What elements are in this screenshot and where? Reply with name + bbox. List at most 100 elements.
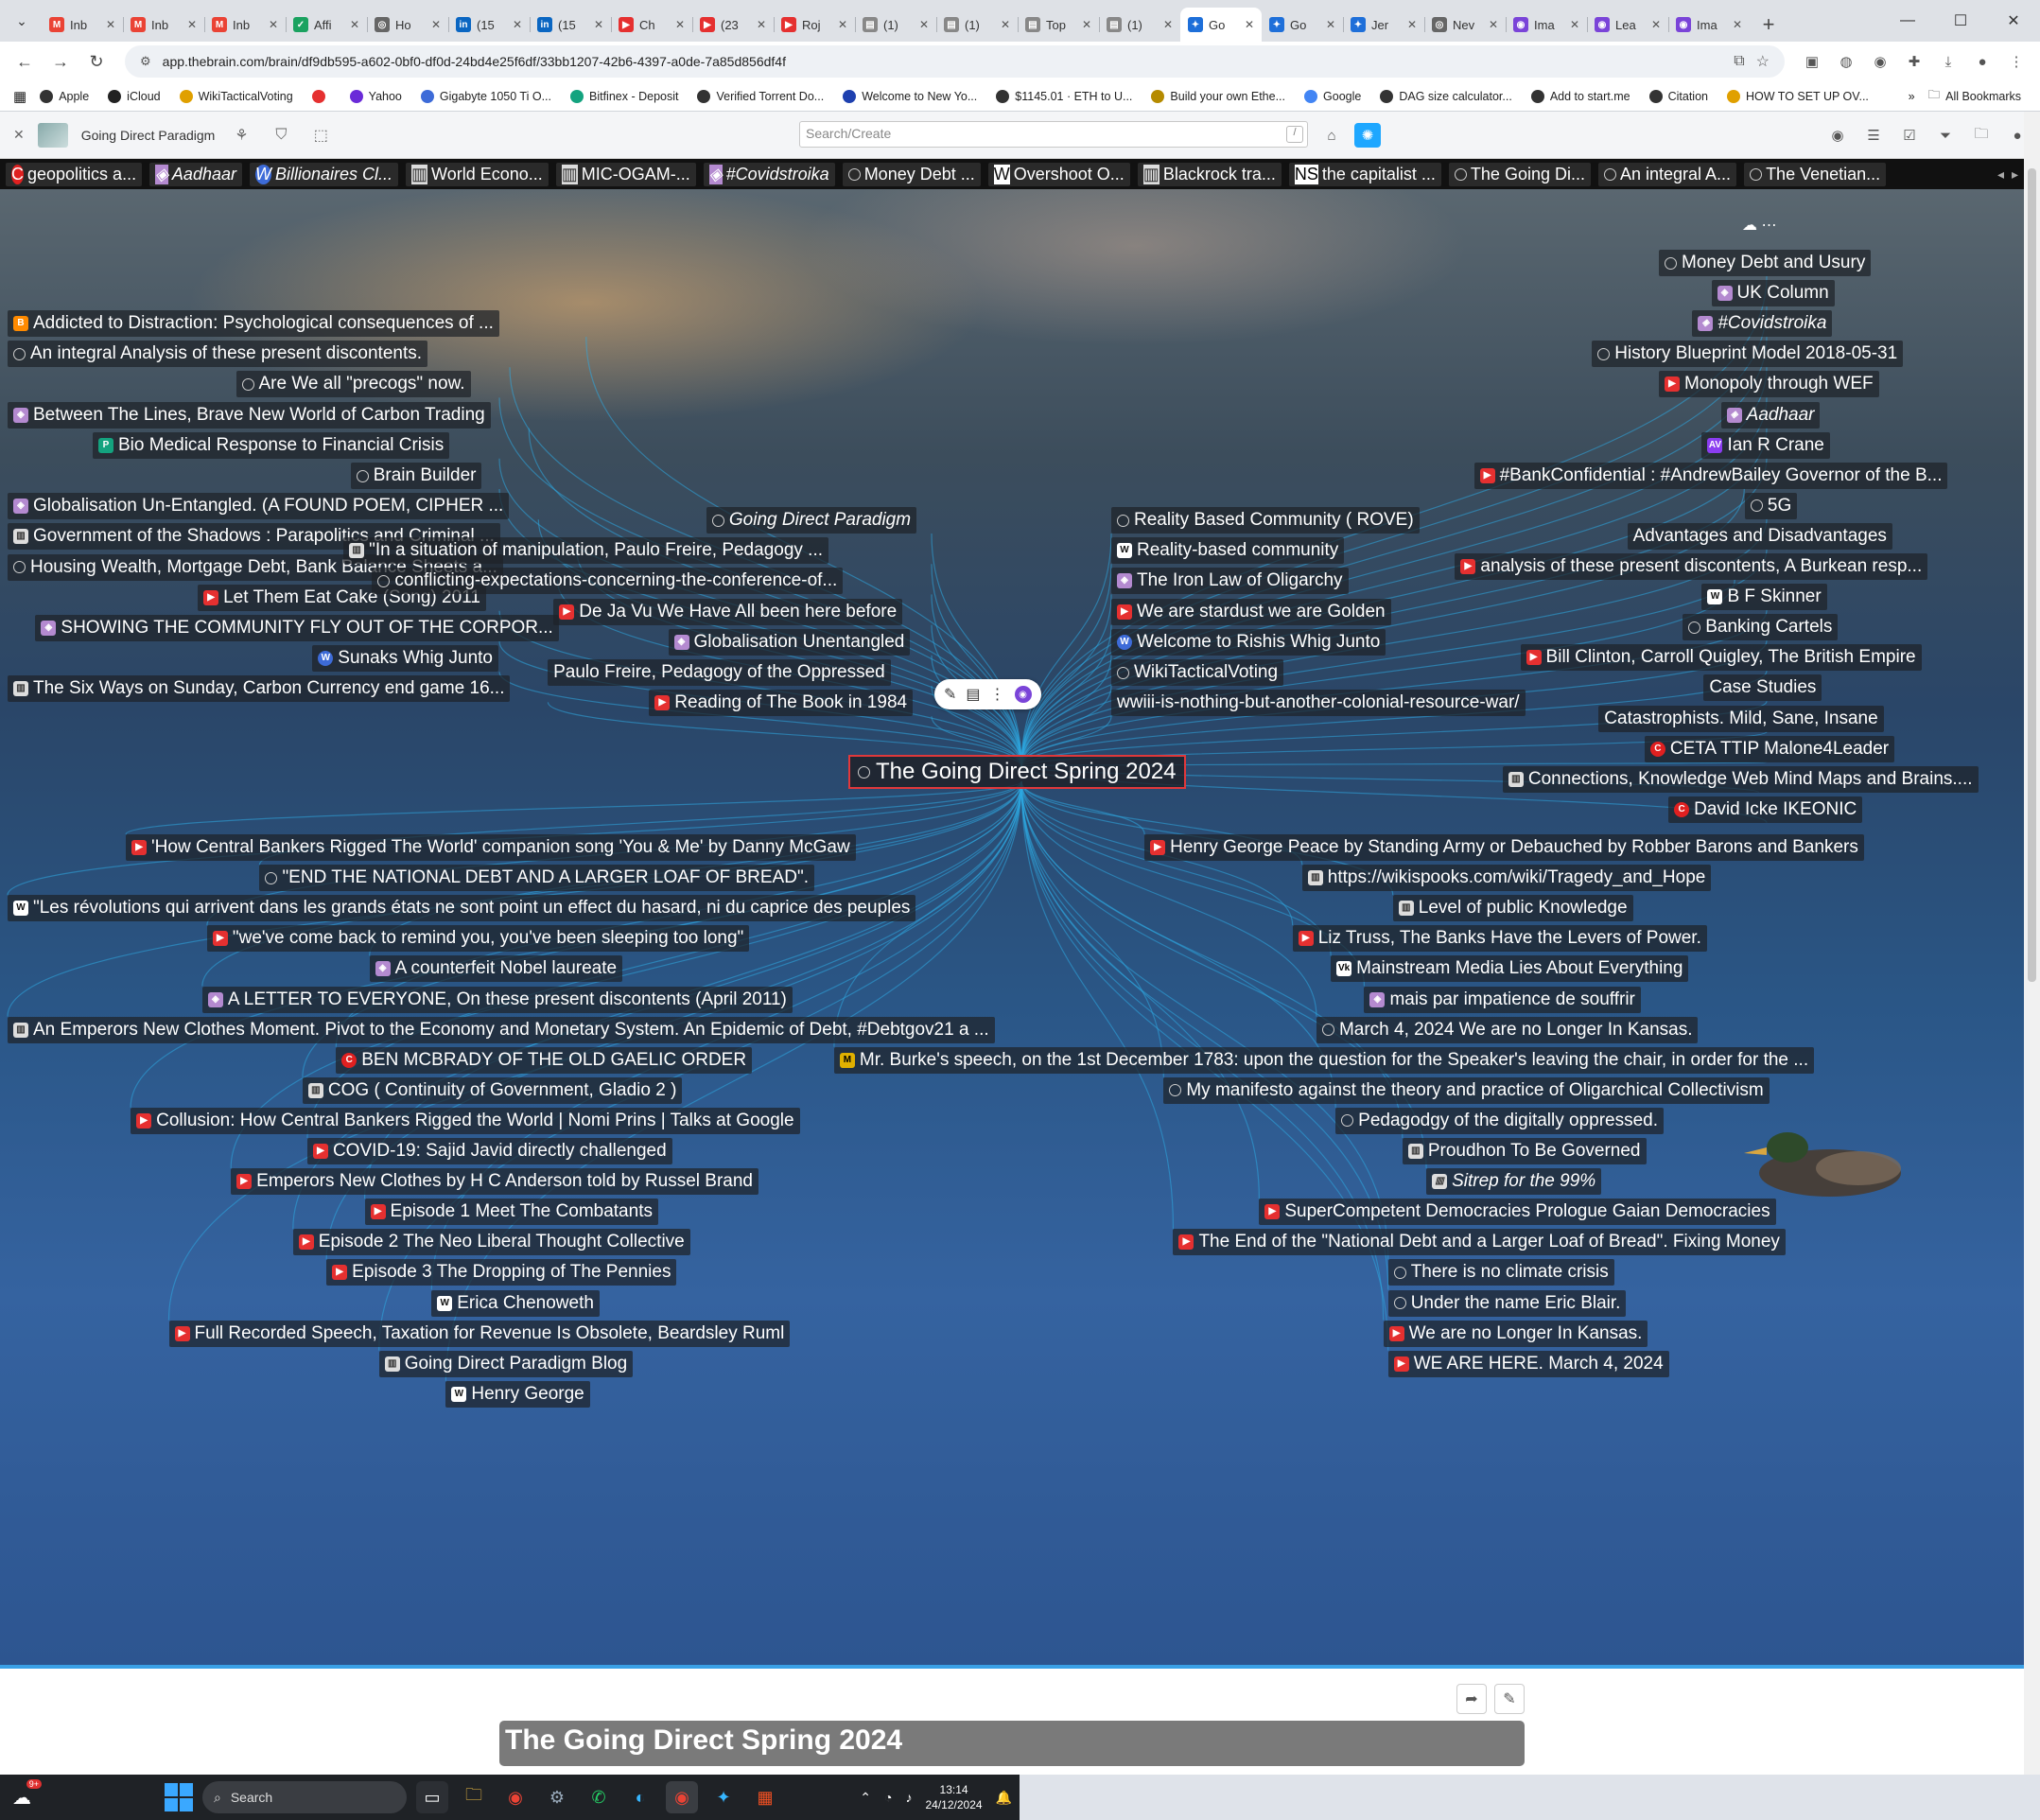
bookmark-item[interactable]: Apple bbox=[34, 88, 95, 105]
chrome-icon[interactable]: ◉ bbox=[499, 1781, 532, 1813]
more-bookmarks-button[interactable]: » bbox=[1909, 90, 1915, 103]
thought-node[interactable]: ▶ Henry George Peace by Standing Army or … bbox=[1144, 834, 1864, 861]
thebrain-icon[interactable]: ✦ bbox=[707, 1781, 740, 1813]
notifications-icon[interactable]: 🔔 bbox=[996, 1790, 1012, 1806]
thought-node[interactable]: There is no climate crisis bbox=[1387, 1259, 1614, 1286]
browser-tab[interactable]: ▤ (1) ✕ bbox=[1099, 8, 1180, 42]
chrome-menu-icon[interactable]: ⋮ bbox=[2002, 47, 2031, 76]
thought-node[interactable]: C CETA TTIP Malone4Leader bbox=[1644, 735, 1895, 762]
thought-node[interactable]: Pedagodgy of the digitally oppressed. bbox=[1335, 1107, 1665, 1134]
bookmark-item[interactable]: Google bbox=[1299, 88, 1367, 105]
bookmark-item[interactable]: WikiTacticalVoting bbox=[174, 88, 299, 105]
tab-close-icon[interactable]: ✕ bbox=[1001, 18, 1010, 31]
extension-icon[interactable]: ▣ bbox=[1798, 47, 1826, 76]
tab-close-icon[interactable]: ✕ bbox=[1570, 18, 1579, 31]
site-info-icon[interactable]: ⚙ bbox=[140, 54, 151, 69]
thought-node[interactable]: W Welcome to Rishis Whig Junto bbox=[1111, 628, 1386, 656]
thought-node[interactable]: M Mr. Burke's speech, on the 1st December… bbox=[833, 1046, 1815, 1074]
thought-node[interactable]: ▥ "In a situation of manipulation, Paulo … bbox=[343, 537, 829, 565]
thought-node[interactable]: Paulo Freire, Pedagogy of the Oppressed bbox=[548, 659, 891, 686]
volume-icon[interactable]: ♪ bbox=[906, 1790, 913, 1805]
thought-node[interactable]: Are We all "precogs" now. bbox=[235, 371, 471, 398]
tab-close-icon[interactable]: ✕ bbox=[1326, 18, 1335, 31]
profile-avatar[interactable]: ● bbox=[1968, 47, 1996, 76]
browser-tab[interactable]: ◎ Ho ✕ bbox=[367, 8, 448, 42]
thought-node[interactable]: ▥ Proudhon To Be Governed bbox=[1402, 1138, 1647, 1164]
filter-icon[interactable]: ⏷ bbox=[1932, 123, 1959, 148]
thought-node[interactable]: ▥ Connections, Knowledge Web Mind Maps an… bbox=[1502, 765, 1979, 793]
edit-icon[interactable]: ✎ bbox=[944, 685, 956, 704]
pinned-thought[interactable]: Money Debt ... bbox=[842, 162, 981, 186]
tab-close-icon[interactable]: ✕ bbox=[675, 18, 685, 31]
install-app-icon[interactable]: ⧉ bbox=[1734, 53, 1744, 70]
thought-node[interactable]: ▶ "we've come back to remind you, you've … bbox=[206, 925, 750, 953]
folder-icon[interactable]: 🗀 bbox=[1968, 123, 1995, 148]
thought-node[interactable]: P Bio Medical Response to Financial Crisi… bbox=[93, 431, 450, 459]
thought-node[interactable]: ▶ The End of the "National Debt and a Lar… bbox=[1173, 1229, 1786, 1256]
plex-graph[interactable]: ☁ ⋯ B Addicted to Distraction: Psychologi… bbox=[0, 189, 2024, 1665]
bookmark-item[interactable]: HOW TO SET UP OV... bbox=[1721, 88, 1874, 105]
thought-node[interactable]: "END THE NATIONAL DEBT AND A LARGER LOAF… bbox=[259, 865, 814, 892]
thought-node[interactable]: ▶ #BankConfidential : #AndrewBailey Gover… bbox=[1473, 462, 1948, 489]
tab-close-icon[interactable]: ✕ bbox=[919, 18, 929, 31]
thought-node[interactable]: W Henry George bbox=[445, 1380, 590, 1408]
thought-node[interactable]: W Reality-based community bbox=[1111, 537, 1345, 565]
edit-notes-icon[interactable]: ✎ bbox=[1494, 1684, 1525, 1714]
thought-node[interactable]: ▶ COVID-19: Sajid Javid directly challeng… bbox=[306, 1138, 672, 1164]
home-icon[interactable]: ⌂ bbox=[1318, 123, 1345, 148]
maximize-button[interactable]: ☐ bbox=[1934, 0, 1987, 42]
thought-node[interactable]: ▶ Monopoly through WEF bbox=[1659, 371, 1879, 398]
back-button[interactable]: ← bbox=[9, 46, 40, 77]
thought-node[interactable]: An integral Analysis of these present di… bbox=[8, 341, 428, 368]
thought-node[interactable]: W Erica Chenoweth bbox=[431, 1289, 600, 1317]
bookmark-item[interactable]: Welcome to New Yo... bbox=[837, 88, 983, 105]
weather-widget-icon[interactable]: ☁ 9+ bbox=[8, 1779, 42, 1811]
thought-node[interactable]: ▥ Level of public Knowledge bbox=[1392, 895, 1633, 922]
thought-node[interactable]: ◈ A counterfeit Nobel laureate bbox=[369, 955, 623, 983]
thought-node[interactable]: ▶ Emperors New Clothes by H C Anderson to… bbox=[231, 1168, 758, 1196]
all-bookmarks-folder[interactable]: 🗀 All Bookmarks bbox=[1923, 84, 2027, 108]
pinned-thought[interactable]: ▥ Blackrock tra... bbox=[1137, 162, 1282, 186]
browser-tab[interactable]: ◉ Lea ✕ bbox=[1587, 8, 1668, 42]
bookmark-star-icon[interactable]: ☆ bbox=[1756, 52, 1770, 71]
file-explorer-icon[interactable]: 🗀 bbox=[458, 1781, 490, 1813]
extension-icon[interactable]: ◍ bbox=[1832, 47, 1860, 76]
thought-node[interactable]: ▶ Collusion: How Central Bankers Rigged t… bbox=[131, 1107, 800, 1134]
thought-node[interactable]: Vk Mainstream Media Lies About Everything bbox=[1331, 955, 1689, 983]
thought-node[interactable]: ▶ Episode 1 Meet The Combatants bbox=[364, 1199, 658, 1226]
tab-close-icon[interactable]: ✕ bbox=[350, 18, 359, 31]
bookmark-item[interactable]: DAG size calculator... bbox=[1374, 88, 1518, 105]
notes-title[interactable]: The Going Direct Spring 2024 bbox=[499, 1721, 1525, 1766]
attachment-badge-icon[interactable]: ◉ bbox=[1014, 686, 1032, 703]
thought-node[interactable]: WikiTacticalVoting bbox=[1111, 659, 1284, 686]
thought-node[interactable]: My manifesto against the theory and prac… bbox=[1163, 1076, 1770, 1104]
browser-tab[interactable]: ✓ Affi ✕ bbox=[286, 8, 367, 42]
thought-node[interactable]: ◈ UK Column bbox=[1711, 280, 1835, 307]
browser-tab[interactable]: in (15 ✕ bbox=[448, 8, 530, 42]
bookmark-item[interactable]: iCloud bbox=[102, 88, 166, 105]
browser-tab[interactable]: ✦ Go ✕ bbox=[1180, 8, 1262, 42]
browser-tab[interactable]: M Inb ✕ bbox=[204, 8, 286, 42]
minimize-button[interactable]: — bbox=[1881, 0, 1934, 42]
thought-node[interactable]: C BEN MCBRADY OF THE OLD GAELIC ORDER bbox=[336, 1046, 753, 1074]
browser-tab[interactable]: ▤ (1) ✕ bbox=[855, 8, 936, 42]
browser-tab[interactable]: ▶ Ch ✕ bbox=[611, 8, 692, 42]
thought-node[interactable]: Advantages and Disadvantages bbox=[1627, 522, 1892, 550]
thought-node[interactable]: ◈ mais par impatience de souffrir bbox=[1364, 986, 1641, 1013]
thought-node[interactable]: Banking Cartels bbox=[1683, 614, 1839, 641]
tab-close-icon[interactable]: ✕ bbox=[513, 18, 522, 31]
thought-node[interactable]: ▶ analysis of these present discontents, … bbox=[1455, 553, 1928, 580]
select-icon[interactable]: ⬚ bbox=[307, 126, 334, 145]
more-parents-icon[interactable]: ☁ ⋯ bbox=[1742, 216, 1776, 235]
browser-tab[interactable]: ✦ Go ✕ bbox=[1262, 8, 1343, 42]
bookmark-item[interactable]: Yahoo bbox=[344, 88, 408, 105]
chrome-active-icon[interactable]: ◉ bbox=[666, 1781, 698, 1813]
thought-node[interactable]: ▥ Going Direct Paradigm Blog bbox=[378, 1350, 634, 1377]
bookmark-item[interactable]: Bitfinex - Deposit bbox=[565, 88, 684, 105]
tags-icon[interactable]: ⛉ bbox=[268, 127, 294, 144]
thought-node[interactable]: C David Icke IKEONIC bbox=[1668, 796, 1863, 823]
forward-button[interactable]: → bbox=[45, 46, 76, 77]
tab-close-icon[interactable]: ✕ bbox=[269, 18, 278, 31]
thought-node[interactable]: ▶ Full Recorded Speech, Taxation for Reve… bbox=[168, 1320, 791, 1347]
clock[interactable]: 13:14 24/12/2024 bbox=[926, 1782, 983, 1812]
